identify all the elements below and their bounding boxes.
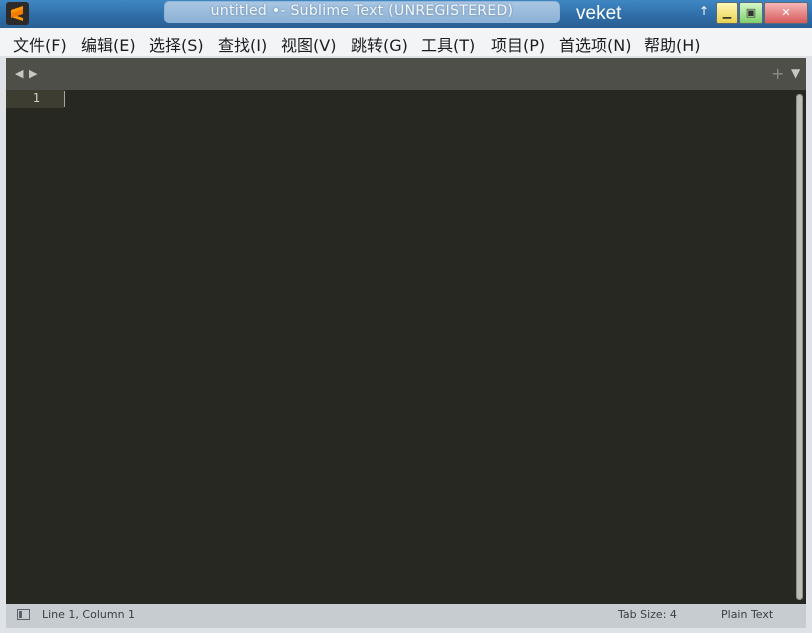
menu-find[interactable]: 查找(I) [218,32,267,56]
text-editor[interactable]: 1 [6,90,806,604]
line-number: 1 [32,91,40,105]
minimize-button[interactable]: ▁ [716,2,738,24]
status-bar: Line 1, Column 1 Tab Size: 4 Plain Text [6,604,806,628]
tab-list-icon[interactable]: ▼ [791,66,800,80]
new-tab-icon[interactable]: + [771,64,784,83]
syntax-mode[interactable]: Plain Text [721,608,773,621]
menu-goto[interactable]: 跳转(G) [351,32,408,56]
menu-bar: 文件(F) 编辑(E) 选择(S) 查找(I) 视图(V) 跳转(G) 工具(T… [0,28,812,57]
tab-size[interactable]: Tab Size: 4 [618,608,677,621]
menu-tools[interactable]: 工具(T) [421,32,475,56]
scrollbar-thumb[interactable] [796,94,803,600]
cursor-position[interactable]: Line 1, Column 1 [42,608,135,621]
menu-project[interactable]: 项目(P) [491,32,545,56]
sublime-text-icon[interactable] [6,2,29,25]
menu-view[interactable]: 视图(V) [281,32,336,56]
close-button[interactable]: ✕ [764,2,808,24]
tab-forward-icon[interactable]: ▶ [29,67,37,80]
menu-edit[interactable]: 编辑(E) [81,32,136,56]
tab-bar: ◀ ▶ + ▼ [6,58,806,90]
tab-back-icon[interactable]: ◀ [15,67,23,80]
host-name: veket [576,3,622,24]
panel-toggle-icon[interactable] [17,609,30,620]
window-title: untitled •- Sublime Text (UNREGISTERED) [210,3,514,19]
menu-file[interactable]: 文件(F) [13,32,67,56]
menu-selection[interactable]: 选择(S) [149,32,204,56]
text-caret [64,91,65,107]
maximize-button[interactable]: ▣ [739,2,763,24]
menu-preferences[interactable]: 首选项(N) [559,32,631,56]
arrow-up-icon[interactable]: ↑ [697,4,711,18]
title-bar: untitled •- Sublime Text (UNREGISTERED) … [0,0,812,28]
menu-help[interactable]: 帮助(H) [644,32,701,56]
